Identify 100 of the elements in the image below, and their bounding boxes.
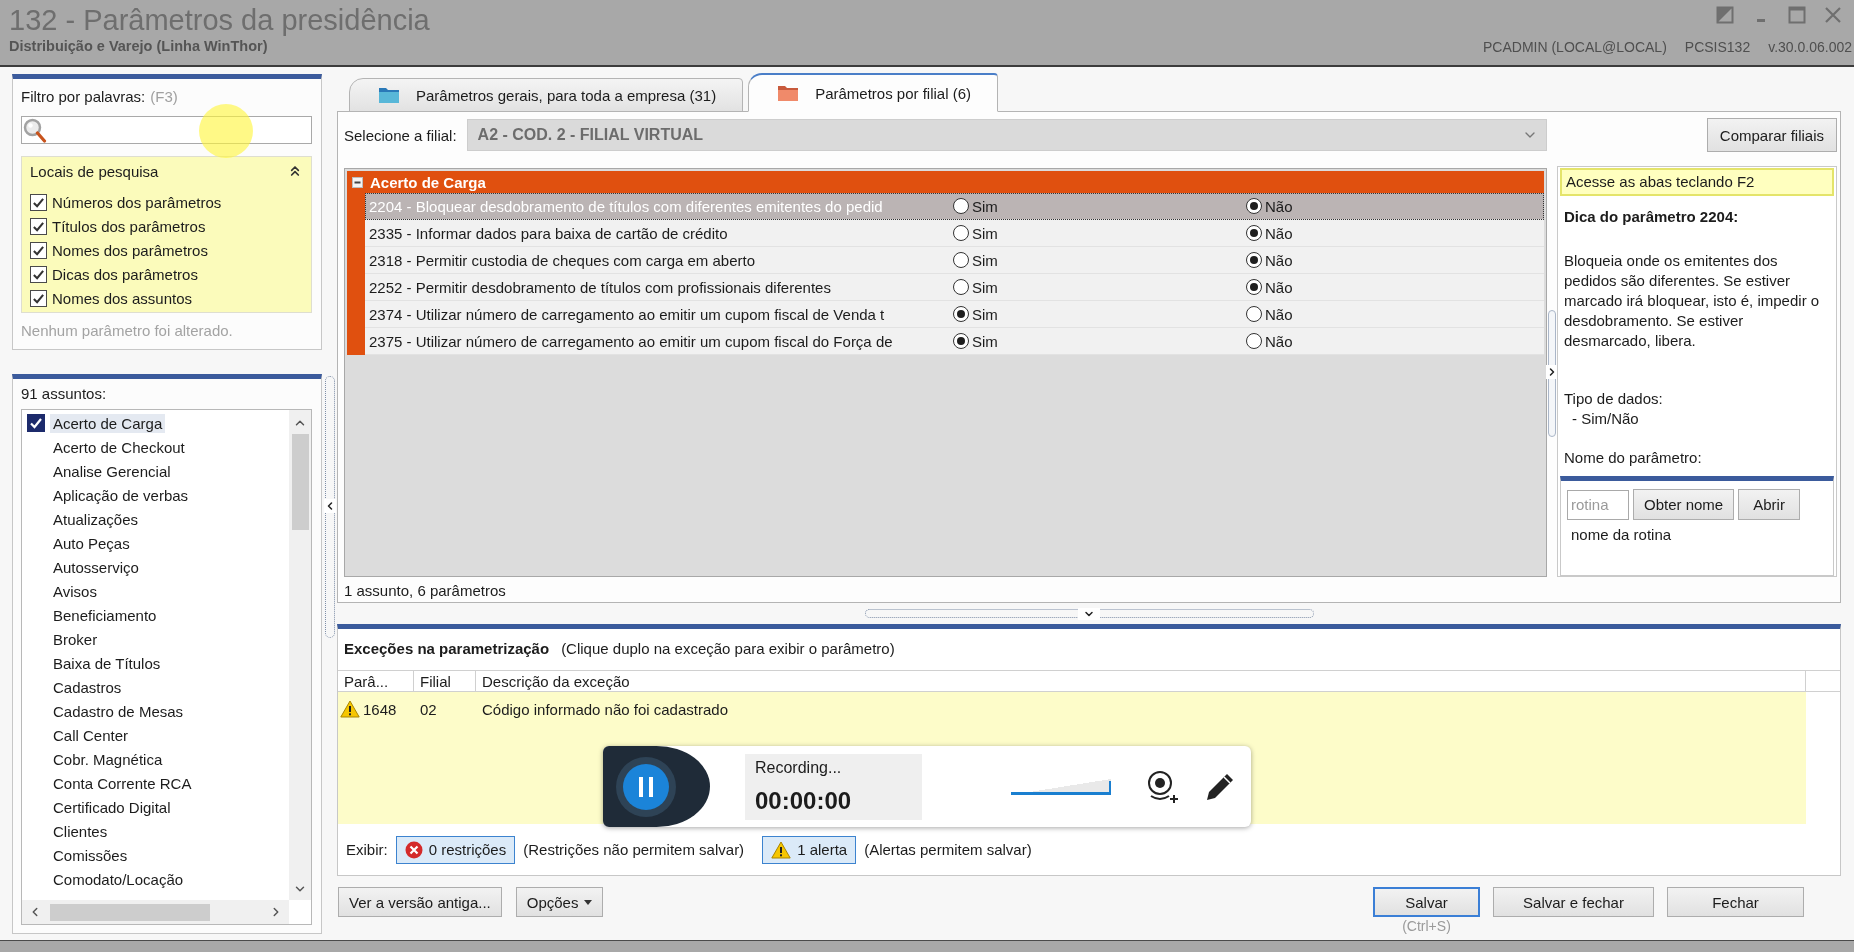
toggle-note: (Restrições não permitem salvar) <box>523 841 745 858</box>
checkbox[interactable] <box>30 217 47 235</box>
radio-option[interactable]: Não <box>1246 332 1293 350</box>
folder-icon <box>378 86 400 104</box>
subject-item[interactable]: Cobr. Magnética <box>27 747 289 771</box>
pencil-icon[interactable] <box>1205 771 1235 802</box>
parameter-row[interactable]: 2252 - Permitir desdobramento de títulos com profissionais diferentes Sim Não <box>365 274 1544 301</box>
column-header[interactable]: Parâ... <box>338 671 414 691</box>
subject-item[interactable]: Analise Gerencial <box>27 459 289 483</box>
search-option[interactable]: Nomes dos assuntos <box>30 286 303 310</box>
radio-option[interactable]: Sim <box>953 305 998 323</box>
subject-item[interactable]: Avisos <box>27 579 289 603</box>
chevron-left-icon[interactable] <box>323 499 336 513</box>
radio-option[interactable]: Não <box>1246 305 1293 323</box>
chevron-down-icon[interactable] <box>1078 607 1100 620</box>
warning-icon <box>771 840 792 859</box>
subject-item[interactable]: Baixa de Títulos <box>27 651 289 675</box>
data-type-value: - Sim/Não <box>1571 409 1640 429</box>
radio-option[interactable]: Sim <box>953 278 998 296</box>
subject-item[interactable]: Call Center <box>27 723 289 747</box>
radio-button[interactable] <box>1246 306 1262 322</box>
action-button[interactable]: Obter nome <box>1633 489 1735 520</box>
pause-icon <box>615 755 677 818</box>
column-header[interactable]: Filial <box>414 671 476 691</box>
radio-button[interactable] <box>953 198 969 214</box>
radio-button[interactable] <box>953 306 969 322</box>
radio-option[interactable]: Sim <box>953 332 998 350</box>
checkbox[interactable] <box>30 289 47 307</box>
subject-item[interactable]: Aplicação de verbas <box>27 483 289 507</box>
radio-option[interactable]: Não <box>1246 224 1293 242</box>
search-option[interactable]: Dicas dos parâmetros <box>30 262 303 286</box>
scrollbar-thumb[interactable] <box>291 434 309 530</box>
subject-item[interactable]: Clientes <box>27 819 289 843</box>
subject-item[interactable]: Comissões <box>27 843 289 867</box>
radio-option[interactable]: Não <box>1246 278 1293 296</box>
compare-button[interactable]: Comparar filiais <box>1706 118 1837 152</box>
toggle-note: (Alertas permitem salvar) <box>864 841 1032 858</box>
parameter-row[interactable]: 2204 - Bloquear desdobramento de títulos com diferentes emitentes do pedid Sim Não <box>365 193 1544 220</box>
checkbox[interactable] <box>30 265 47 283</box>
subject-item[interactable]: Atualizações <box>27 507 289 531</box>
radio-button[interactable] <box>1246 279 1262 295</box>
chevron-right-icon[interactable] <box>1546 365 1558 379</box>
checkbox[interactable] <box>30 241 47 259</box>
exception-row[interactable]: 1648 02 Código informado não foi cadastrado <box>338 696 1806 722</box>
search-option[interactable]: Números dos parâmetros <box>30 190 303 214</box>
tab[interactable]: Parâmetros gerais, para toda a empresa (31) <box>349 78 744 112</box>
checkbox[interactable] <box>30 193 47 211</box>
window-title: 132 - Parâmetros da presidência <box>9 3 430 37</box>
radio-option[interactable]: Não <box>1246 197 1293 215</box>
filter-toggle[interactable]: 0 restrições <box>395 835 516 864</box>
radio-button[interactable] <box>1246 252 1262 268</box>
subject-item[interactable]: Comodato/Locação <box>27 867 289 891</box>
pause-button[interactable] <box>603 746 710 827</box>
subject-item[interactable]: Cadastro de Mesas <box>27 699 289 723</box>
radio-option[interactable]: Sim <box>953 224 998 242</box>
radio-button[interactable] <box>953 279 969 295</box>
subject-item[interactable]: Broker <box>27 627 289 651</box>
version-label: v.30.0.06.002 <box>1768 39 1852 55</box>
group-header[interactable]: Acerto de Carga <box>347 171 1544 193</box>
radio-button[interactable] <box>1246 225 1262 241</box>
parameter-row[interactable]: 2335 - Informar dados para baixa de cartão de crédito Sim Não <box>365 220 1544 247</box>
subject-item[interactable]: Acerto de Checkout <box>27 435 289 459</box>
radio-button[interactable] <box>953 333 969 349</box>
radio-button[interactable] <box>1246 198 1262 214</box>
subject-item[interactable]: Conta Corrente RCA <box>27 771 289 795</box>
help-title: Dica do parâmetro 2204: <box>1563 207 1740 227</box>
subject-item[interactable]: Cadastros <box>27 675 289 699</box>
subject-item[interactable]: Beneficiamento <box>27 603 289 627</box>
radio-button[interactable] <box>953 225 969 241</box>
search-option[interactable]: Títulos dos parâmetros <box>30 214 303 238</box>
subject-item[interactable]: Auto Peças <box>27 531 289 555</box>
footer-button[interactable]: Opções <box>515 887 604 917</box>
parameter-row[interactable]: 2375 - Utilizar número de carregamento ao emitir um cupom fiscal do Força de Sim Não <box>365 328 1544 355</box>
window-subtitle: Distribuição e Varejo (Linha WinThor) <box>9 37 269 55</box>
footer-button[interactable]: Fechar <box>1667 887 1804 917</box>
vertical-scrollbar[interactable] <box>289 410 311 900</box>
action-button[interactable]: Abrir <box>1738 489 1800 520</box>
radio-button[interactable] <box>953 252 969 268</box>
routine-field[interactable]: rotina <box>1567 489 1629 520</box>
parameter-label: 2318 - Permitir custodia de cheques com carga em aberto <box>369 251 757 269</box>
footer-button[interactable]: Salvar <box>1373 887 1480 917</box>
subject-item[interactable]: Autosserviço <box>27 555 289 579</box>
search-option[interactable]: Nomes dos parâmetros <box>30 238 303 262</box>
checkbox[interactable] <box>27 414 45 432</box>
footer-button[interactable]: Ver a versão antiga... <box>338 887 502 917</box>
radio-option[interactable]: Não <box>1246 251 1293 269</box>
parameter-row[interactable]: 2318 - Permitir custodia de cheques com carga em aberto Sim Não <box>365 247 1544 274</box>
footer-button[interactable]: Salvar e fechar <box>1493 887 1654 917</box>
tab[interactable]: Parâmetros por filial (6) <box>748 73 999 112</box>
radio-button[interactable] <box>1246 333 1262 349</box>
column-header[interactable]: Descrição da exceção <box>476 671 1806 691</box>
radio-option[interactable]: Sim <box>953 197 998 215</box>
filter-toggle[interactable]: 1 alerta <box>762 835 857 864</box>
radio-option[interactable]: Sim <box>953 251 998 269</box>
scrollbar-thumb[interactable] <box>50 903 210 921</box>
subject-item[interactable]: Certificado Digital <box>27 795 289 819</box>
webcam-icon[interactable] <box>1145 769 1179 804</box>
horizontal-scrollbar[interactable] <box>22 900 289 924</box>
subject-item[interactable]: Acerto de Carga <box>27 411 289 435</box>
parameter-row[interactable]: 2374 - Utilizar número de carregamento ao emitir um cupom fiscal de Venda t Sim Não <box>365 301 1544 328</box>
